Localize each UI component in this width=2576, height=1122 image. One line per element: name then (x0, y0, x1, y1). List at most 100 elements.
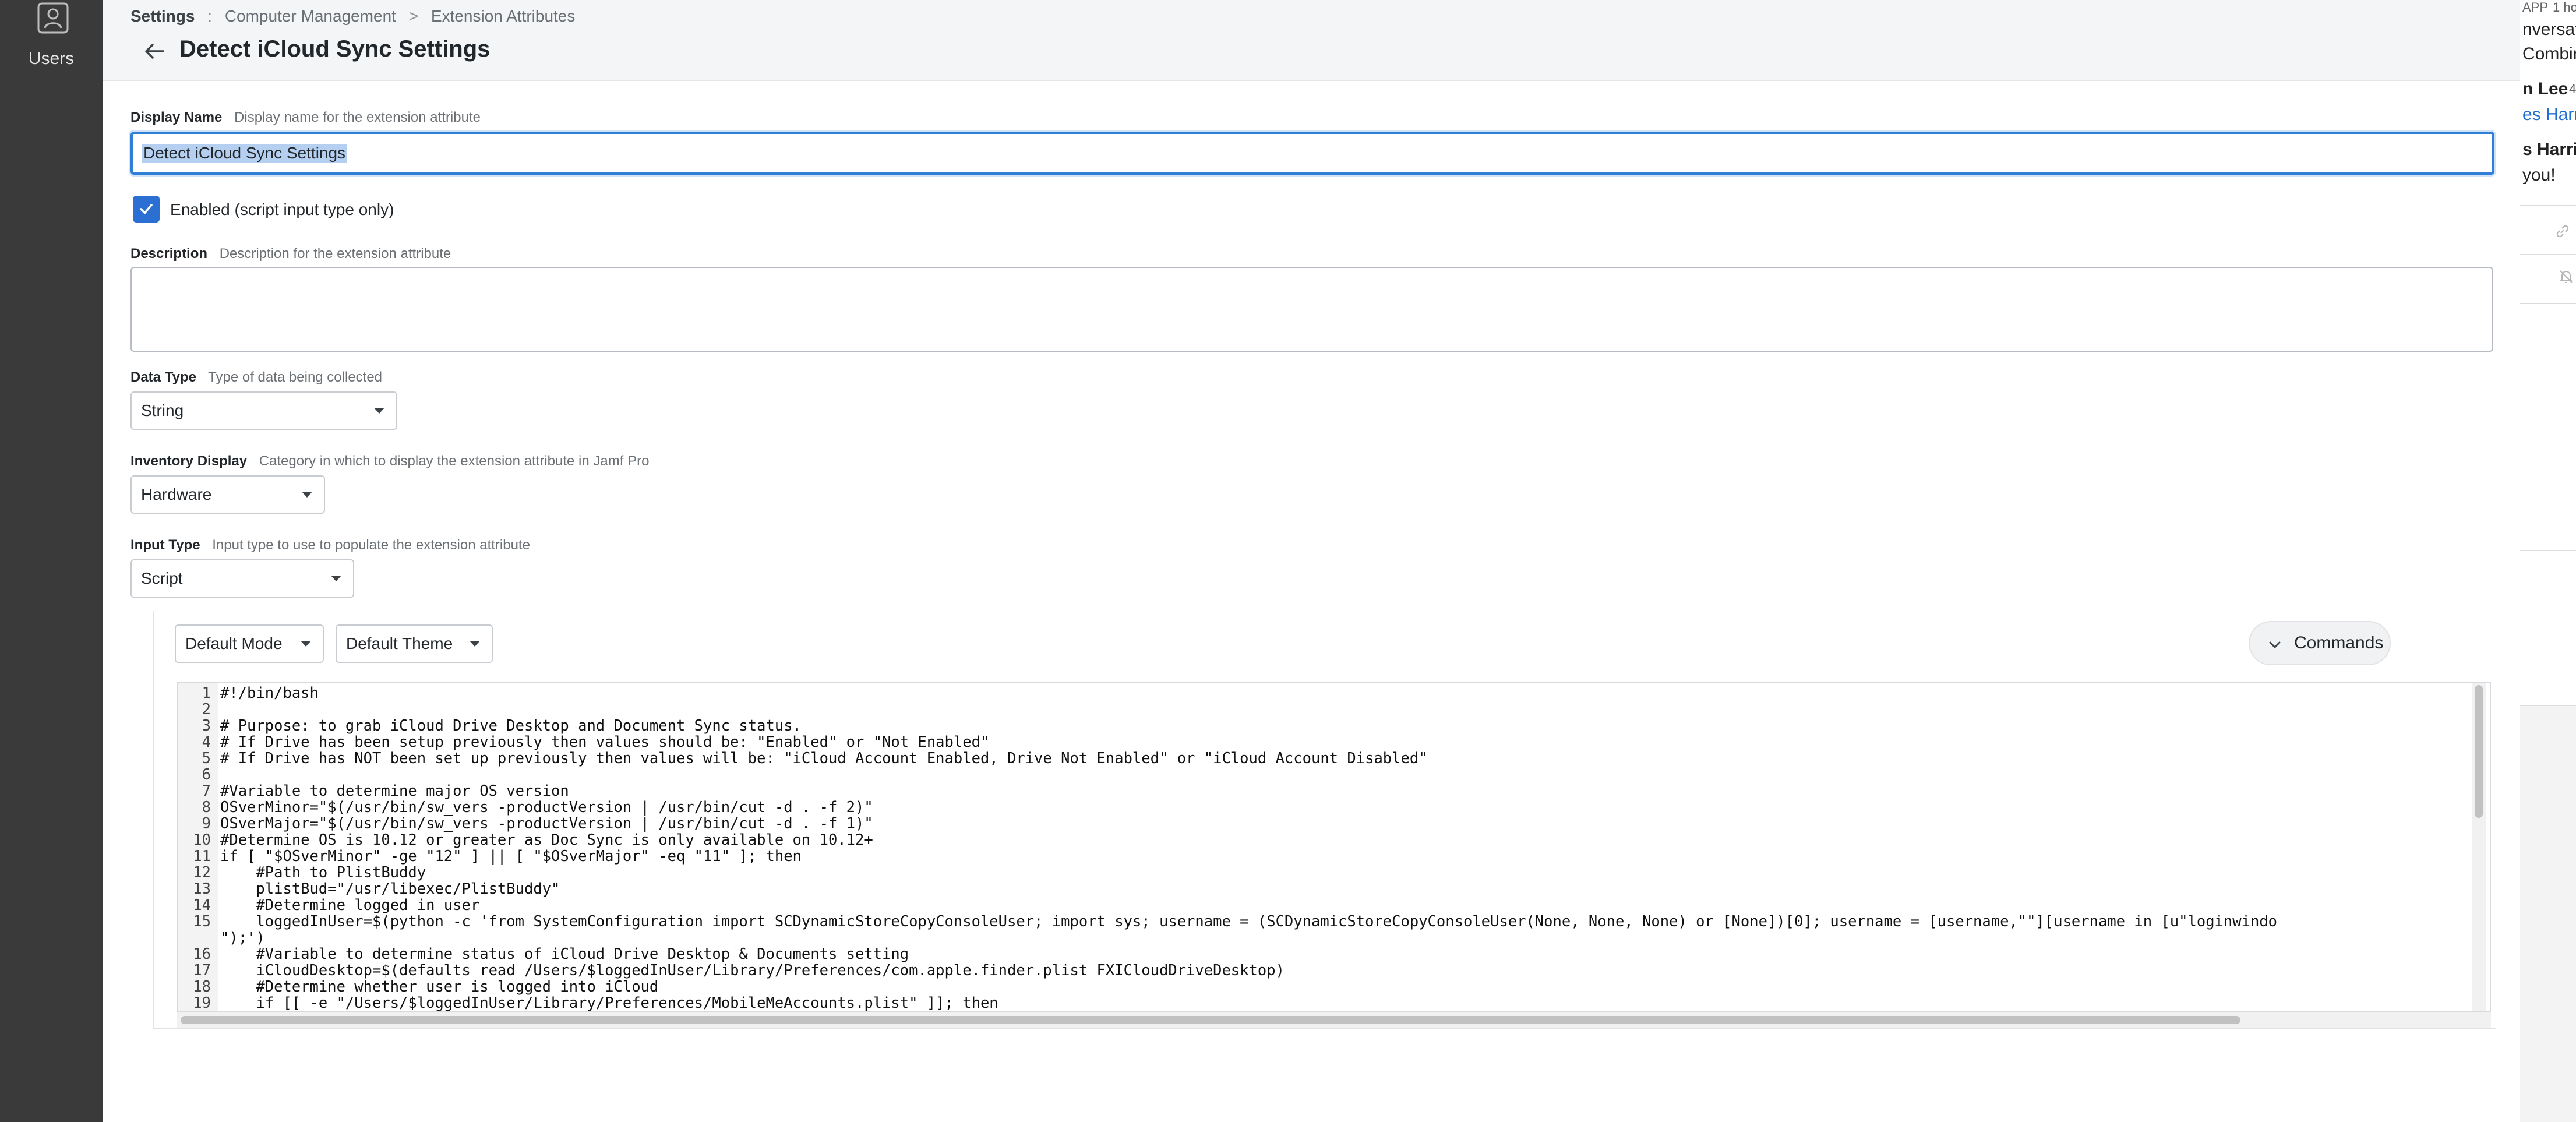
divider (2520, 205, 2576, 206)
code-vertical-scrollbar[interactable] (2472, 683, 2486, 1011)
dropdown-caret-icon (302, 492, 312, 498)
breadcrumb-item-extension-attributes[interactable]: Extension Attributes (431, 7, 575, 25)
editor-mode-select[interactable]: Default Mode (175, 624, 324, 663)
code-text: # Purpose: to grab iCloud Drive Desktop … (220, 717, 802, 735)
code-text: #Determine OS is 10.12 or greater as Doc… (220, 831, 873, 849)
line-number: 6 (202, 766, 211, 784)
code-line: 18 #Determine whether user is logged int… (178, 979, 2473, 995)
divider (2520, 550, 2576, 551)
code-text: if [[ -e "/Users/$loggedInUser/Library/P… (220, 994, 998, 1012)
code-text: iCloudDesktop=$(defaults read /Users/$lo… (220, 962, 1285, 979)
inventory-display-label-text: Inventory Display (130, 453, 248, 469)
code-line: 14 #Determine logged in user (178, 897, 2473, 913)
code-line: 11 if [ "$OSverMinor" -ge "12" ] || [ "$O… (178, 848, 2473, 865)
input-type-help: Input type to use to populate the extens… (212, 537, 530, 553)
code-text: #!/bin/bash (220, 685, 319, 702)
line-number: 11 (193, 848, 211, 865)
message-text: you! (2522, 165, 2556, 185)
checkmark-icon (140, 204, 153, 214)
sidebar-item-users[interactable]: Users (0, 0, 103, 76)
code-line: 15 loggedInUser=$(python -c 'from System… (178, 913, 2473, 930)
inventory-display-select[interactable]: Hardware (130, 475, 325, 514)
chevron-down-icon (2269, 641, 2281, 648)
input-type-label-text: Input Type (130, 537, 200, 553)
display-name-input[interactable]: Detect iCloud Sync Settings (130, 132, 2494, 175)
line-number: 17 (193, 962, 211, 979)
code-line: 1 #!/bin/bash (178, 685, 2473, 701)
line-number: 15 (193, 913, 211, 930)
data-type-label: Data Type Type of data being collected (130, 369, 382, 386)
users-icon (37, 2, 69, 34)
enabled-checkbox-label[interactable]: Enabled (script input type only) (170, 200, 394, 219)
message-preview-line: Combin (2522, 44, 2576, 63)
code-text: #Determine whether user is logged into i… (220, 978, 659, 996)
code-text: # If Drive has been setup previously the… (220, 733, 990, 751)
mention-link[interactable]: es Harr (2522, 105, 2576, 125)
editor-theme-value: Default Theme (346, 634, 453, 652)
code-line: 2 (178, 701, 2473, 718)
enabled-checkbox[interactable] (133, 196, 160, 223)
code-line: 5 # If Drive has NOT been set up previous… (178, 750, 2473, 767)
page-title: Detect iCloud Sync Settings (179, 36, 491, 62)
editor-theme-select[interactable]: Default Theme (336, 624, 493, 663)
message-time: 1 ho (2553, 0, 2576, 15)
code-line: 4 # If Drive has been setup previously th… (178, 734, 2473, 750)
code-line: 13 plistBud="/usr/libexec/PlistBuddy" (178, 881, 2473, 897)
code-text: plistBud="/usr/libexec/PlistBuddy" (220, 880, 560, 898)
breadcrumb-separator: : (207, 7, 213, 25)
back-arrow-icon[interactable] (140, 36, 170, 66)
breadcrumb: Settings : Computer Management > Extensi… (130, 7, 575, 26)
dropdown-caret-icon (331, 576, 341, 581)
code-text: if [ "$OSverMinor" -ge "12" ] || [ "$OSv… (220, 848, 802, 865)
scrollbar-thumb[interactable] (2475, 685, 2483, 818)
commands-button-label: Commands (2294, 633, 2384, 652)
data-type-value: String (141, 401, 184, 419)
commands-button[interactable]: Commands (2249, 621, 2391, 665)
line-number: 18 (193, 978, 211, 996)
display-name-label-text: Display Name (130, 110, 223, 125)
divider (2520, 303, 2576, 304)
bell-off-icon[interactable] (2557, 268, 2575, 285)
code-line: 3 # Purpose: to grab iCloud Drive Desktop… (178, 718, 2473, 734)
line-number: 4 (202, 733, 211, 751)
code-line: 12 #Path to PlistBuddy (178, 865, 2473, 881)
display-name-help: Display name for the extension attribute (234, 110, 481, 125)
code-text: #Variable to determine major OS version (220, 782, 569, 800)
inventory-display-label: Inventory Display Category in which to d… (130, 453, 649, 470)
scrollbar-thumb[interactable] (181, 1016, 2240, 1024)
input-type-value: Script (141, 569, 183, 587)
breadcrumb-item-computer-management[interactable]: Computer Management (225, 7, 396, 25)
line-number: 8 (202, 799, 211, 816)
background-chat-window: APP 1 ho nversatio Combin n Lee 4 es Har… (2520, 0, 2576, 1122)
code-text: OSverMinor="$(/usr/bin/sw_vers -productV… (220, 799, 873, 816)
breadcrumb-root[interactable]: Settings (130, 7, 195, 25)
code-line: 10 #Determine OS is 10.12 or greater as D… (178, 832, 2473, 848)
code-text: OSverMajor="$(/usr/bin/sw_vers -productV… (220, 815, 873, 832)
line-number: 5 (202, 750, 211, 767)
sender-name: n Lee (2522, 79, 2568, 98)
inventory-display-value: Hardware (141, 485, 212, 503)
code-horizontal-scrollbar[interactable] (177, 1012, 2491, 1028)
line-number: 19 (193, 994, 211, 1012)
message-preview-line: nversatio (2522, 20, 2576, 39)
code-text: # If Drive has NOT been set up previousl… (220, 750, 1428, 767)
line-number: 2 (202, 701, 211, 718)
code-line: 8 OSverMinor="$(/usr/bin/sw_vers -product… (178, 799, 2473, 816)
input-type-select[interactable]: Script (130, 559, 354, 598)
code-text: #Variable to determine status of iCloud … (220, 945, 909, 963)
code-line: 9 OSverMajor="$(/usr/bin/sw_vers -product… (178, 816, 2473, 832)
code-text: ");') (220, 929, 265, 947)
line-number: 7 (202, 782, 211, 800)
link-icon[interactable] (2554, 223, 2571, 240)
data-type-select[interactable]: String (130, 391, 397, 430)
display-name-value: Detect iCloud Sync Settings (142, 144, 347, 163)
description-textarea[interactable] (130, 267, 2493, 352)
code-editor[interactable]: 1 #!/bin/bash 2 3 # Purpose: to grab iCloud … (177, 682, 2491, 1012)
description-label: Description Description for the extensio… (130, 246, 451, 262)
code-line: 19 if [[ -e "/Users/$loggedInUser/Librar… (178, 995, 2473, 1011)
app-badge: APP (2522, 0, 2549, 15)
left-nav-sidebar: Users (0, 0, 103, 1122)
dropdown-caret-icon (374, 408, 384, 414)
sender-name: s Harris (2522, 140, 2576, 159)
breadcrumb-chevron-icon: > (408, 7, 419, 25)
